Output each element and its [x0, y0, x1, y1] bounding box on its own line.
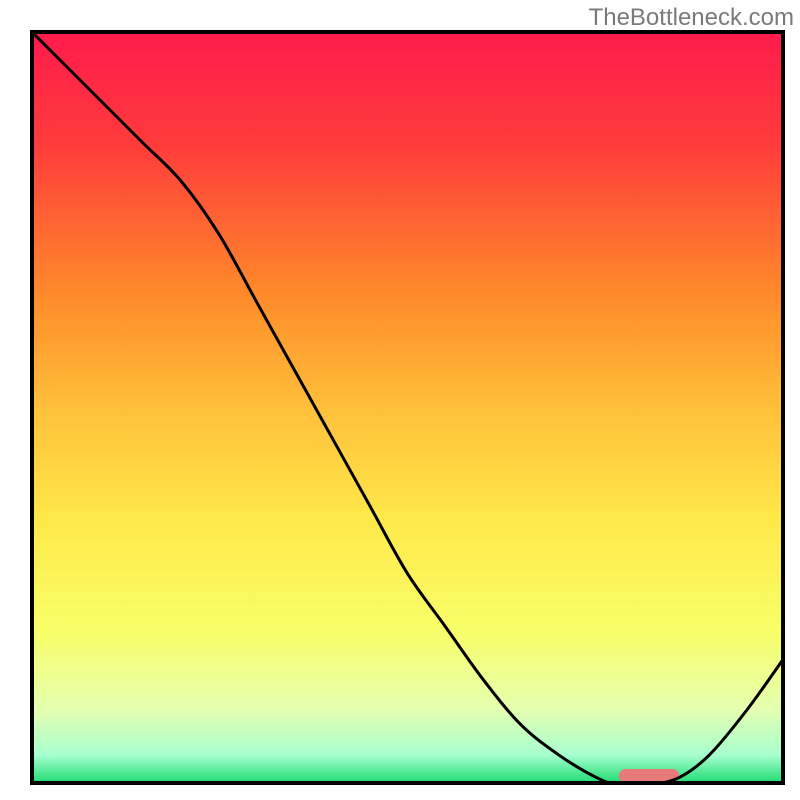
- plot-area: [30, 30, 785, 785]
- watermark-text: TheBottleneck.com: [589, 4, 794, 32]
- chart-container: TheBottleneck.com: [0, 0, 800, 800]
- chart-svg: [30, 30, 785, 785]
